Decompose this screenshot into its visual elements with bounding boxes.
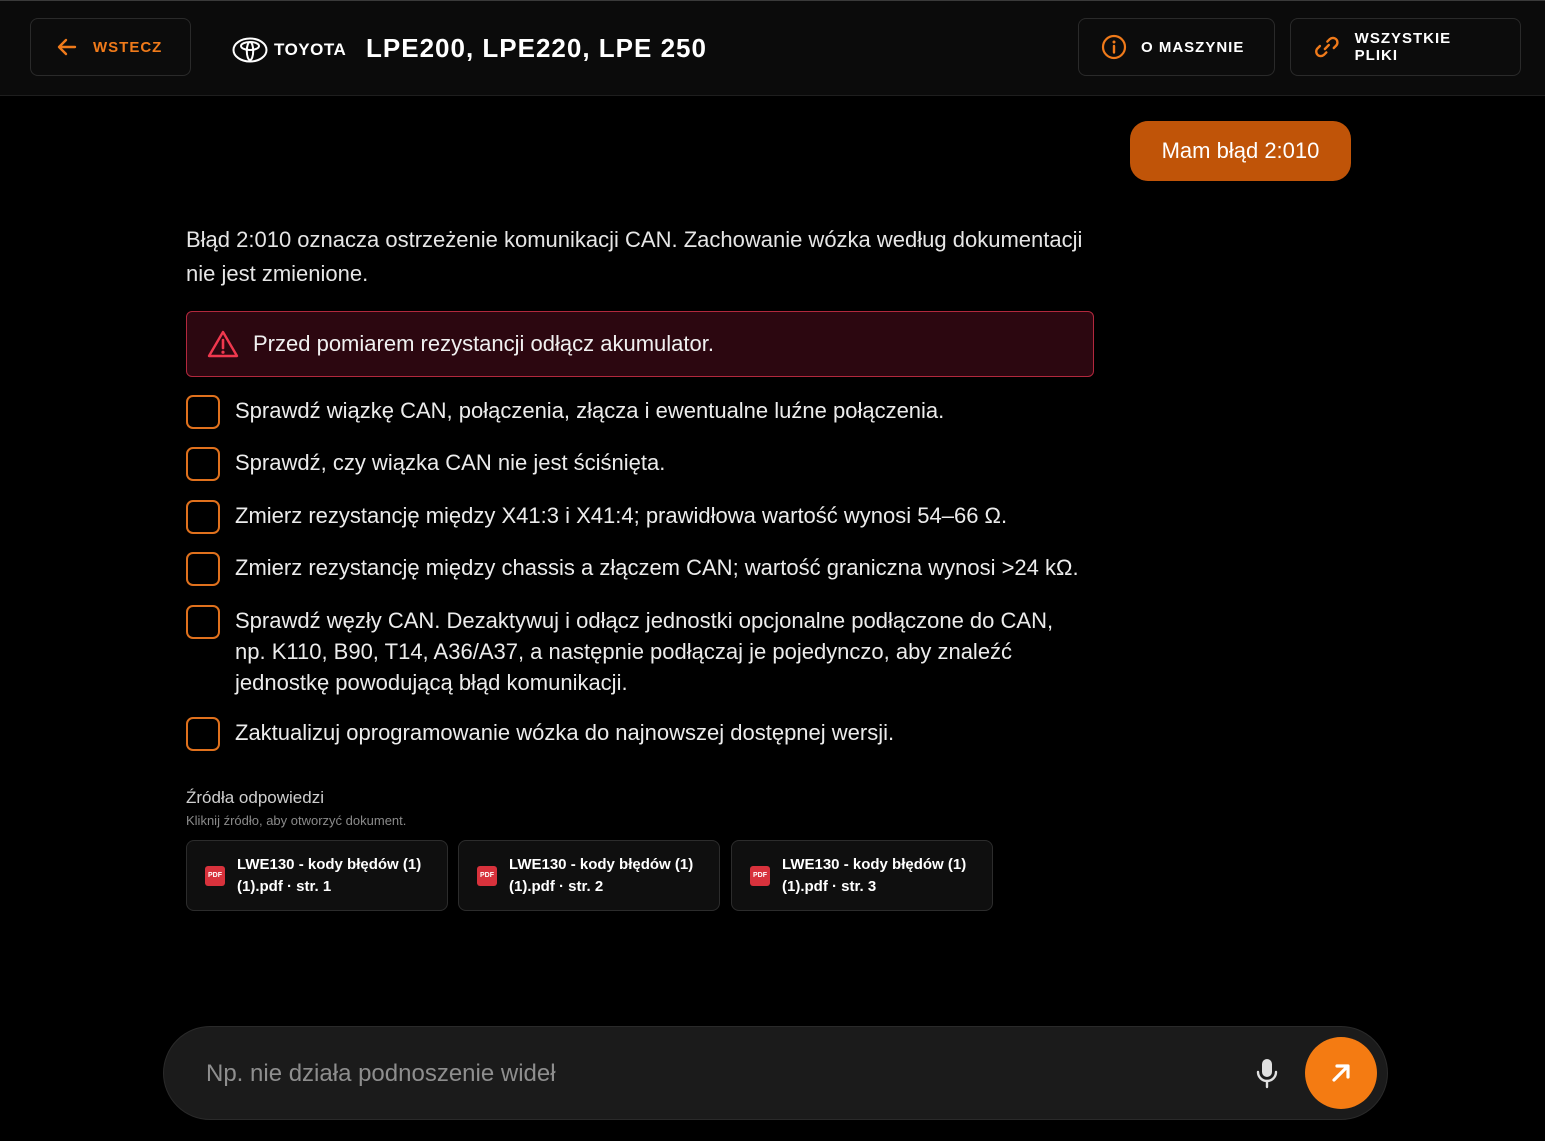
checkbox[interactable] xyxy=(186,500,220,534)
arrow-up-right-icon xyxy=(1332,1064,1350,1082)
back-button[interactable]: WSTECZ xyxy=(30,18,191,76)
user-message-bubble: Mam błąd 2:010 xyxy=(1130,121,1351,181)
page-title: LPE200, LPE220, LPE 250 xyxy=(366,33,707,63)
checklist-item[interactable]: Zaktualizuj oprogramowanie wózka do najn… xyxy=(186,717,1085,751)
about-label: O MASZYNIE xyxy=(1141,38,1245,56)
brand-name: TOYOTA xyxy=(274,40,347,59)
checkbox[interactable] xyxy=(186,395,220,429)
source-label: LWE130 - kody błędów (1) (1).pdf · str. … xyxy=(237,855,422,895)
pdf-file-icon: PDF xyxy=(477,865,497,886)
app-header: WSTECZ TOYOTA LPE200, LPE220, LPE 250 O … xyxy=(0,1,1545,96)
checkbox[interactable] xyxy=(186,552,220,586)
warning-triangle-icon xyxy=(207,330,239,358)
microphone-icon[interactable] xyxy=(1254,1057,1280,1089)
checklist-item[interactable]: Sprawdź, czy wiązka CAN nie jest ściśnię… xyxy=(186,447,1085,481)
sources-hint: Kliknij źródło, aby otworzyć dokument. xyxy=(186,813,407,828)
assistant-answer: Błąd 2:010 oznacza ostrzeżenie komunikac… xyxy=(186,223,1096,751)
checkbox[interactable] xyxy=(186,717,220,751)
checklist-item-text: Sprawdź węzły CAN. Dezaktywuj i odłącz j… xyxy=(235,608,1054,695)
checklist-item-text: Zmierz rezystancję między X41:3 i X41:4;… xyxy=(235,503,1008,528)
source-label: LWE130 - kody błędów (1) (1).pdf · str. … xyxy=(782,855,967,895)
link-icon xyxy=(1315,36,1339,58)
arrow-left-icon xyxy=(57,38,77,56)
send-button[interactable] xyxy=(1305,1037,1377,1109)
checklist-item-text: Zaktualizuj oprogramowanie wózka do najn… xyxy=(235,720,895,745)
source-card[interactable]: PDF LWE130 - kody błędów (1) (1).pdf · s… xyxy=(458,840,720,911)
source-label: LWE130 - kody błędów (1) (1).pdf · str. … xyxy=(509,855,694,895)
checkbox[interactable] xyxy=(186,447,220,481)
answer-intro: Błąd 2:010 oznacza ostrzeżenie komunikac… xyxy=(186,227,1083,286)
source-card[interactable]: PDF LWE130 - kody błędów (1) (1).pdf · s… xyxy=(731,840,993,911)
checklist-item[interactable]: Sprawdź wiązkę CAN, połączenia, złącza i… xyxy=(186,395,1085,429)
brand-logo: TOYOTA xyxy=(232,35,346,65)
toyota-logo-icon xyxy=(232,37,268,63)
pdf-file-icon: PDF xyxy=(750,865,770,886)
message-input[interactable] xyxy=(204,1053,1228,1095)
checklist-item[interactable]: Zmierz rezystancję między chassis a złąc… xyxy=(186,552,1085,586)
checklist-item[interactable]: Sprawdź węzły CAN. Dezaktywuj i odłącz j… xyxy=(186,605,1085,698)
warning-text: Przed pomiarem rezystancji odłącz akumul… xyxy=(253,331,714,356)
back-label: WSTECZ xyxy=(93,38,163,56)
about-machine-button[interactable]: O MASZYNIE xyxy=(1078,18,1275,76)
checkbox[interactable] xyxy=(186,605,220,639)
pdf-file-icon: PDF xyxy=(205,865,225,886)
source-card[interactable]: PDF LWE130 - kody błędów (1) (1).pdf · s… xyxy=(186,840,448,911)
files-label: WSZYSTKIE PLIKI xyxy=(1354,30,1452,64)
checklist-item-text: Zmierz rezystancję między chassis a złąc… xyxy=(235,555,1079,580)
checklist-item[interactable]: Zmierz rezystancję między X41:3 i X41:4;… xyxy=(186,500,1085,534)
info-circle-icon xyxy=(1101,34,1127,60)
checklist-item-text: Sprawdź, czy wiązka CAN nie jest ściśnię… xyxy=(235,450,666,475)
sources-title: Źródła odpowiedzi xyxy=(186,788,324,807)
message-composer xyxy=(163,1026,1388,1120)
checklist-item-text: Sprawdź wiązkę CAN, połączenia, złącza i… xyxy=(235,398,945,423)
all-files-button[interactable]: WSZYSTKIE PLIKI xyxy=(1290,18,1521,76)
warning-banner: Przed pomiarem rezystancji odłącz akumul… xyxy=(186,311,1094,377)
